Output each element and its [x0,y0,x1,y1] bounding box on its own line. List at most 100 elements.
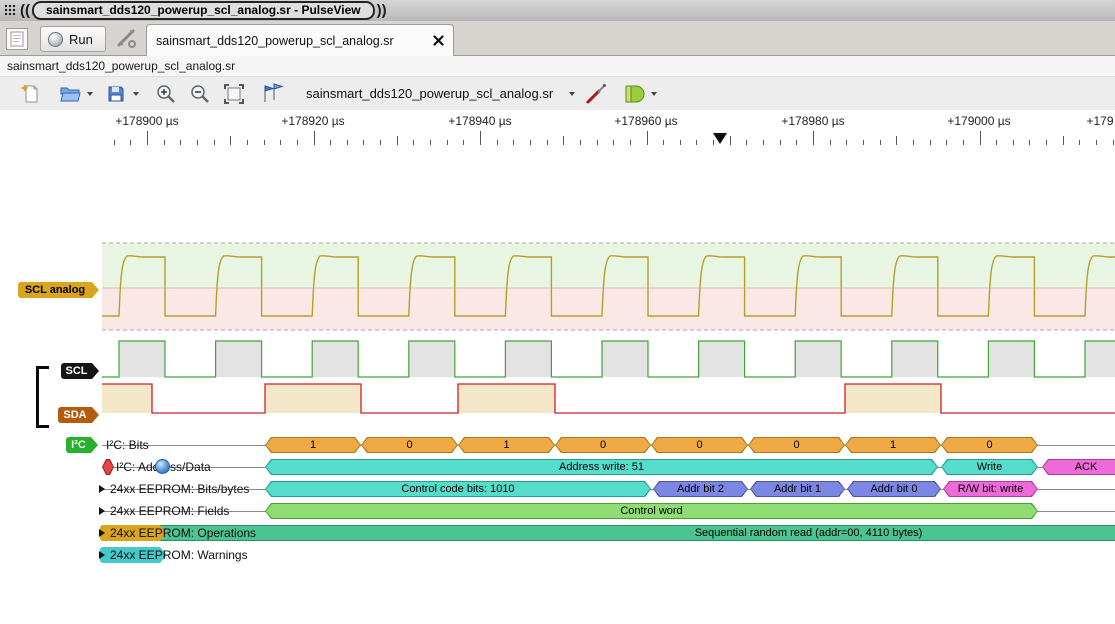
sda-digital-trace [102,384,1115,413]
annotation-box[interactable]: Addr bit 0 [847,481,941,497]
annotation-box[interactable]: Write [941,459,1038,475]
annotation-box[interactable]: 0 [651,437,748,453]
annotation-text: Addr bit 0 [847,481,941,497]
annotation-text: ACK [1042,459,1115,475]
annotation-text: Control word [265,503,1038,519]
sda-high-fill [845,384,941,413]
tab-title: sainsmart_dds120_powerup_scl_analog.sr [156,34,424,48]
session-bar: sainsmart_dds120_powerup_scl_analog.sr [0,56,1115,77]
window-title: sainsmart_dds120_powerup_scl_analog.sr -… [32,1,375,20]
scl-high-fill [312,341,358,377]
zoom-fit-button[interactable] [220,80,248,107]
ruler-time-label: +178900 µs [115,114,178,128]
decoder-row-label-eeprom-operations[interactable]: 24xx EEPROM: Operations [110,526,256,540]
decoder-row-label-eeprom-warnings[interactable]: 24xx EEPROM: Warnings [110,548,248,562]
ruler-time-label: +179 [1086,114,1113,128]
analog-band-low [102,288,1115,330]
annotation-box[interactable]: 1 [265,437,361,453]
save-button[interactable] [102,80,130,107]
scl-high-fill [699,341,745,377]
annotation-box[interactable]: 0 [361,437,458,453]
decoder-row-label-eeprom-fields[interactable]: 24xx EEPROM: Fields [110,504,229,518]
annotation-text: 0 [555,437,651,453]
decoder-row-label-eeprom-bits-bytes[interactable]: 24xx EEPROM: Bits/bytes [110,482,249,496]
annotation-box[interactable]: Addr bit 1 [750,481,845,497]
zoom-out-button[interactable] [186,80,214,107]
annotation-box[interactable]: Control word [265,503,1038,519]
scl-high-fill [119,341,165,377]
add-decoder-button[interactable] [620,80,648,107]
decoder-icon [623,83,645,105]
pulseview-window: (( sainsmart_dds120_powerup_scl_analog.s… [0,0,1115,624]
annotation-text: 0 [651,437,748,453]
annotation-box[interactable]: 1 [458,437,555,453]
decoder-row-label-i2c-bits[interactable]: I²C: Bits [106,438,149,452]
annotation-box[interactable]: ACK [1042,459,1115,475]
zoom-out-icon [189,83,211,105]
decoder-tag-i2c-bits[interactable]: I²C [66,437,91,453]
run-state-icon [48,32,63,47]
annotation-box[interactable]: 0 [941,437,1038,453]
annotation-box[interactable]: Address write: 51 [265,459,938,475]
run-button[interactable]: Run [40,26,106,52]
scl-high-fill [216,341,262,377]
wrench-icon [115,27,137,49]
annotation-box[interactable]: 1 [845,437,941,453]
channel-tag-scl-analog[interactable]: SCL analog [18,282,92,298]
window-menu-icon[interactable] [4,4,17,17]
titlebar[interactable]: (( sainsmart_dds120_powerup_scl_analog.s… [0,0,1115,22]
open-button[interactable] [56,80,84,107]
channel-group-bracket[interactable] [36,366,49,428]
trace-view[interactable]: SCL analogSCLSDAI²C10100010I²C: BitsAddr… [0,145,1115,624]
ruler-time-label: +178920 µs [281,114,344,128]
session-filename: sainsmart_dds120_powerup_scl_analog.sr [7,59,235,73]
save-icon [106,84,126,104]
close-icon[interactable] [433,35,444,46]
sda-high-fill [102,384,152,413]
probe-button[interactable] [582,80,610,107]
expand-arrow-eeprom-warnings[interactable] [99,551,105,559]
channel-tag-sda[interactable]: SDA [58,407,92,423]
time-marker[interactable] [713,133,727,144]
open-dropdown-caret[interactable] [84,80,96,107]
file-combo-caret[interactable] [566,80,578,107]
annotation-text: R/W bit: write [943,481,1038,497]
annotation-box[interactable]: 0 [748,437,845,453]
zoom-in-button[interactable] [152,80,180,107]
zoom-in-icon [155,83,177,105]
annotation-text: Write [941,459,1038,475]
titlebar-decoration-right: )) [377,0,387,21]
expand-arrow-eeprom-operations[interactable] [99,529,105,537]
annotation-text: Addr bit 1 [750,481,845,497]
tab-bar: Run sainsmart_dds120_powerup_scl_analog.… [0,21,1115,56]
scl-high-fill [505,341,551,377]
session-settings-button[interactable] [110,26,142,50]
decoder-dropdown-caret[interactable] [648,80,660,107]
annotation-box[interactable]: Addr bit 2 [653,481,748,497]
annotation-text: 0 [361,437,458,453]
run-button-label: Run [69,32,93,47]
channel-tag-scl[interactable]: SCL [61,363,92,379]
annotation-text: 1 [265,437,361,453]
expand-arrow-eeprom-bits-bytes[interactable] [99,485,105,493]
sda-high-fill [458,384,555,413]
new-session-button[interactable] [6,28,28,50]
scl-high-fill [602,341,648,377]
annotation-box[interactable]: 0 [555,437,651,453]
annotation-text: Addr bit 2 [653,481,748,497]
expand-arrow-eeprom-fields[interactable] [99,507,105,515]
flags-icon [260,83,284,105]
new-file-button[interactable] [16,80,44,107]
channel-tag-sda-arrow [92,407,99,423]
tab-session[interactable]: sainsmart_dds120_powerup_scl_analog.sr [146,24,454,56]
ruler[interactable]: +178900 µs+178920 µs+178940 µs+178960 µs… [0,110,1115,146]
show-cursors-button[interactable] [258,80,286,107]
annotation-box[interactable]: R/W bit: write [943,481,1038,497]
scl-high-fill [1085,341,1115,377]
file-combo[interactable]: sainsmart_dds120_powerup_scl_analog.sr [298,80,574,107]
ruler-time-label: +179000 µs [947,114,1010,128]
sda-high-fill [265,384,361,413]
annotation-box[interactable]: Control code bits: 1010 [265,481,651,497]
ruler-time-label: +178980 µs [781,114,844,128]
save-dropdown-caret[interactable] [130,80,142,107]
